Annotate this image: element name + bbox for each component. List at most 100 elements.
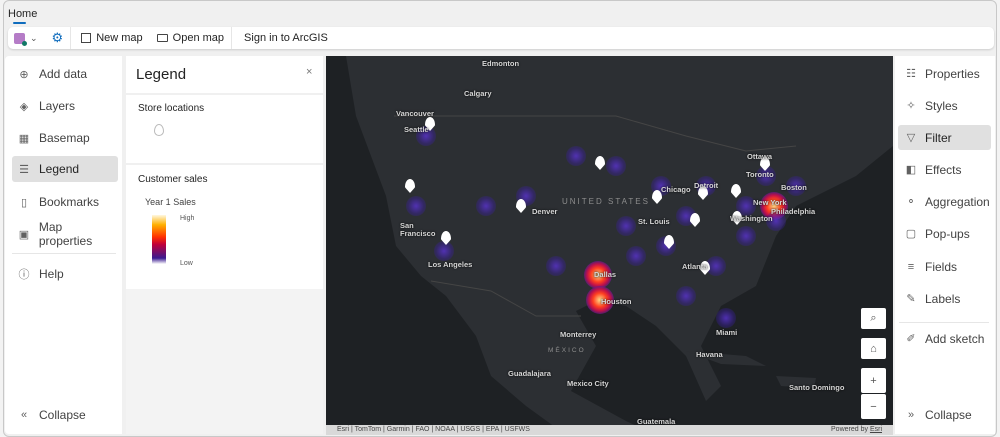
city-label: Chicago bbox=[661, 185, 691, 194]
city-label: Ottawa bbox=[747, 152, 773, 161]
legend-panel: Legend × Store locations Customer sales … bbox=[126, 56, 323, 434]
nav-pop-ups[interactable]: ▢ Pop-ups bbox=[898, 221, 991, 246]
nav-label: Map properties bbox=[38, 220, 93, 248]
collapse-label: Collapse bbox=[39, 408, 86, 422]
home-icon: ⌂ bbox=[870, 342, 877, 355]
collapse-label: Collapse bbox=[925, 407, 972, 422]
nav-add-data[interactable]: ⊕ Add data bbox=[12, 61, 118, 87]
nav-add-sketch[interactable]: ✐ Add sketch bbox=[898, 326, 991, 351]
city-label: Houston bbox=[601, 297, 632, 306]
country-label: UNITED STATES bbox=[562, 197, 650, 206]
nav-properties[interactable]: ☷ Properties bbox=[898, 61, 991, 86]
city-label: Mexico City bbox=[567, 379, 609, 388]
esri-link[interactable]: Esri bbox=[870, 426, 882, 433]
settings-button[interactable]: ⚙ bbox=[45, 27, 71, 49]
layer-title-customer-sales: Customer sales bbox=[138, 174, 208, 185]
nav-label: Bookmarks bbox=[39, 195, 100, 209]
heat-spot bbox=[736, 226, 756, 246]
chevron-down-icon: ⌄ bbox=[30, 32, 38, 43]
nav-help[interactable]: ⓘ Help bbox=[12, 261, 118, 287]
city-label: San Francisco bbox=[400, 221, 436, 238]
styles-icon: ✧ bbox=[906, 100, 916, 112]
save-dropdown-button[interactable]: ⌄ bbox=[8, 27, 45, 49]
city-label: Calgary bbox=[464, 89, 492, 98]
right-nav: ☷ Properties ✧ Styles ▽ Filter ◧ Effects ⚬ Aggreg… bbox=[895, 56, 995, 434]
nav-label: Legend bbox=[39, 162, 80, 176]
city-label: New York bbox=[753, 198, 787, 207]
nav-label: Pop-ups bbox=[925, 226, 970, 241]
city-label: Boston bbox=[781, 183, 807, 192]
fields-icon: ≡ bbox=[907, 260, 915, 273]
nav-styles[interactable]: ✧ Styles bbox=[898, 93, 991, 118]
nav-labels[interactable]: ✎ Labels bbox=[898, 286, 991, 311]
layers-icon: ◈ bbox=[19, 100, 29, 113]
sketch-icon: ✐ bbox=[906, 333, 916, 345]
city-label: Havana bbox=[696, 350, 723, 359]
nav-basemap[interactable]: ▦ Basemap bbox=[12, 125, 118, 151]
nav-effects[interactable]: ◧ Effects bbox=[898, 157, 991, 182]
heat-spot bbox=[566, 146, 586, 166]
nav-label: Help bbox=[39, 267, 64, 281]
collapse-button[interactable]: « Collapse bbox=[12, 402, 118, 428]
new-map-button[interactable]: New map bbox=[71, 27, 149, 49]
heat-spot bbox=[476, 196, 496, 216]
nav-filter[interactable]: ▽ Filter bbox=[898, 125, 991, 150]
city-label: St. Louis bbox=[638, 217, 670, 226]
nav-map-properties[interactable]: ▣ Map properties bbox=[12, 220, 118, 248]
close-button[interactable]: × bbox=[306, 66, 312, 78]
nav-layers[interactable]: ◈ Layers bbox=[12, 93, 118, 119]
pin-symbol-icon bbox=[154, 124, 164, 136]
legend-list-icon: ☰ bbox=[19, 163, 29, 176]
search-button[interactable]: ⌕ bbox=[861, 308, 886, 329]
city-label: Detroit bbox=[694, 181, 719, 190]
nav-bookmarks[interactable]: ▯ Bookmarks bbox=[12, 189, 118, 215]
tab-home[interactable]: Home bbox=[8, 8, 37, 20]
field-label: Year 1 Sales bbox=[145, 197, 196, 207]
heat-spot bbox=[676, 286, 696, 306]
divider bbox=[899, 322, 989, 323]
sign-in-button[interactable]: Sign in to ArcGIS bbox=[232, 27, 335, 49]
save-icon bbox=[14, 32, 27, 46]
filter-icon: ▽ bbox=[906, 132, 916, 144]
bookmark-icon: ▯ bbox=[20, 196, 28, 209]
home-button[interactable]: ⌂ bbox=[861, 338, 886, 359]
city-label: Denver bbox=[532, 207, 558, 216]
city-label: Vancouver bbox=[396, 109, 434, 118]
heat-spot bbox=[716, 308, 736, 328]
heat-spot bbox=[406, 196, 426, 216]
zoom-out-button[interactable]: − bbox=[861, 394, 886, 419]
open-map-button[interactable]: Open map bbox=[150, 27, 231, 49]
new-map-label: New map bbox=[96, 32, 143, 44]
nav-label: Effects bbox=[925, 162, 962, 177]
city-label: Philadelphia bbox=[771, 207, 816, 216]
heat-spot bbox=[626, 246, 646, 266]
heat-spot bbox=[434, 241, 454, 261]
nav-aggregation[interactable]: ⚬ Aggregation bbox=[898, 189, 991, 214]
sliders-icon: ☷ bbox=[906, 68, 916, 80]
city-label: Edmonton bbox=[482, 59, 520, 68]
collapse-right-button[interactable]: » Collapse bbox=[898, 402, 991, 427]
zoom-in-button[interactable]: + bbox=[861, 368, 886, 393]
effects-icon: ◧ bbox=[905, 164, 917, 176]
double-chevron-right-icon: » bbox=[907, 408, 915, 421]
heat-color-ramp bbox=[152, 215, 166, 264]
nav-legend[interactable]: ☰ Legend bbox=[12, 156, 118, 182]
attribution-bar: Esri | TomTom | Garmin | FAO | NOAA | US… bbox=[326, 425, 893, 435]
ramp-low-label: Low bbox=[180, 260, 193, 267]
plus-circle-icon: ⊕ bbox=[19, 68, 29, 81]
city-label: Seattle bbox=[404, 125, 429, 134]
heat-spot bbox=[606, 156, 626, 176]
map-view[interactable]: UNITED STATES MÉXICO Edmonton Calgary Vanc… bbox=[326, 56, 893, 435]
nav-fields[interactable]: ≡ Fields bbox=[898, 254, 991, 279]
search-icon: ⌕ bbox=[870, 312, 877, 324]
layer-title-store-locations: Store locations bbox=[138, 103, 205, 114]
nav-label: Basemap bbox=[39, 131, 90, 145]
city-label: Washington bbox=[730, 214, 773, 223]
nav-label: Labels bbox=[925, 291, 961, 306]
city-label: Dallas bbox=[594, 270, 617, 279]
city-label: Miami bbox=[716, 328, 738, 337]
city-label: Atlanta bbox=[682, 262, 708, 271]
nav-label: Layers bbox=[39, 99, 76, 113]
toolbar: ⌄ ⚙ New map Open map Sign in to ArcGIS bbox=[8, 27, 994, 49]
labels-icon: ✎ bbox=[906, 293, 916, 305]
